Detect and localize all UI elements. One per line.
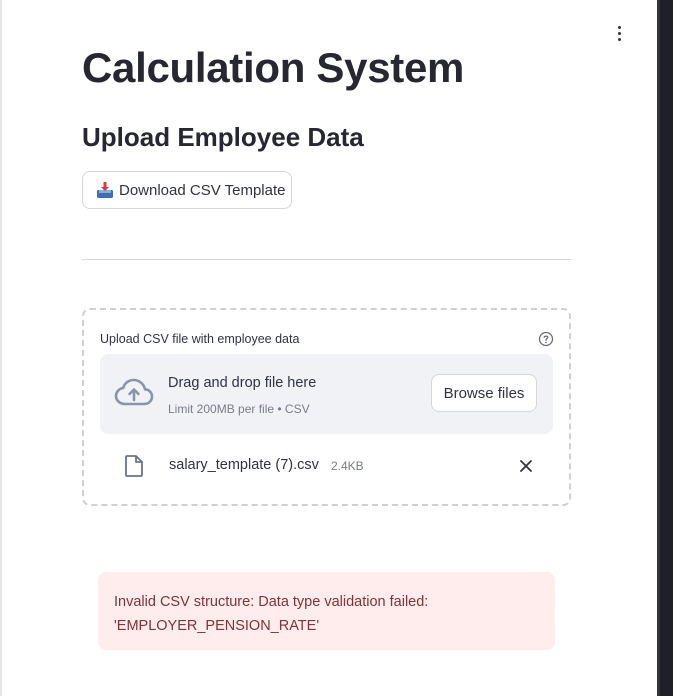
browse-files-button[interactable]: Browse files [431, 374, 537, 412]
window-edge [657, 0, 673, 696]
app-left-border [0, 0, 2, 696]
cloud-upload-icon [114, 378, 154, 406]
download-csv-template-button[interactable]: Download CSV Template [82, 171, 292, 209]
section-title: Upload Employee Data [82, 122, 364, 152]
file-icon [125, 455, 143, 477]
remove-file-close-icon[interactable] [518, 458, 534, 474]
error-message-line-1: Invalid CSV structure: Data type validat… [114, 594, 429, 610]
uploaded-file-row: salary_template (7).csv 2.4KB [100, 444, 553, 488]
dropzone-title: Drag and drop file here [168, 375, 317, 391]
uploader-label: Upload CSV file with employee data [100, 332, 300, 346]
page-title: Calculation System [82, 44, 465, 91]
inbox-tray-icon [95, 180, 115, 200]
dropzone-limit: Limit 200MB per file • CSV [168, 402, 310, 416]
file-name: salary_template (7).csv [169, 457, 319, 473]
dropzone[interactable]: Drag and drop file here Limit 200MB per … [100, 354, 553, 434]
error-alert: Invalid CSV structure: Data type validat… [98, 572, 555, 650]
error-message-line-2: 'EMPLOYER_PENSION_RATE' [114, 618, 320, 634]
help-icon[interactable] [538, 331, 554, 347]
divider [82, 259, 571, 260]
main-menu-kebab-icon[interactable] [609, 22, 629, 44]
download-button-label: Download CSV Template [119, 181, 286, 199]
file-size: 2.4KB [331, 459, 364, 473]
file-uploader: Upload CSV file with employee data Drag … [82, 308, 571, 506]
